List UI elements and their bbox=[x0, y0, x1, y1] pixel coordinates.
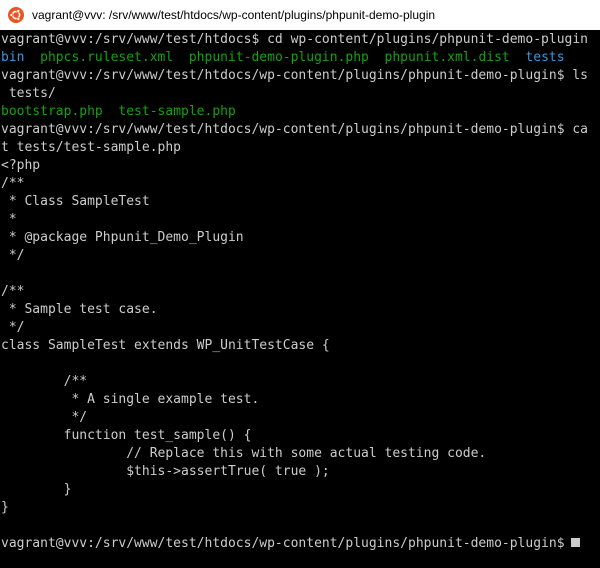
terminal-line: t tests/test-sample.php bbox=[1, 139, 600, 157]
terminal-line: function test_sample() { bbox=[1, 427, 600, 445]
terminal-line: */ bbox=[1, 319, 600, 337]
ls-output-line: bin phpcs.ruleset.xml phpunit-demo-plugi… bbox=[1, 49, 600, 67]
terminal-line-text: * Class SampleTest bbox=[1, 194, 150, 209]
terminal-line: * @package Phpunit_Demo_Plugin bbox=[1, 229, 600, 247]
terminal-line: vagrant@vvv:/srv/www/test/htdocs/wp-cont… bbox=[1, 121, 600, 139]
file-entry: phpcs.ruleset.xml bbox=[40, 50, 174, 65]
terminal-line: */ bbox=[1, 409, 600, 427]
terminal-line-text: function test_sample() { bbox=[1, 428, 252, 443]
text-cursor bbox=[570, 538, 580, 547]
terminal-line-text: */ bbox=[1, 320, 25, 335]
terminal-line: * Class SampleTest bbox=[1, 193, 600, 211]
file-entry: bootstrap.php bbox=[1, 104, 103, 119]
terminal-line: * A single example test. bbox=[1, 391, 600, 409]
file-entry: test-sample.php bbox=[118, 104, 236, 119]
terminal-window: vagrant@vvv: /srv/www/test/htdocs/wp-con… bbox=[0, 0, 600, 568]
dir-entry: tests bbox=[525, 50, 565, 65]
terminal-line-text: /** bbox=[1, 284, 25, 299]
terminal-output[interactable]: vagrant@vvv:/srv/www/test/htdocs$ cd wp-… bbox=[1, 31, 600, 568]
terminal-line: * Sample test case. bbox=[1, 301, 600, 319]
ubuntu-logo-icon bbox=[8, 7, 24, 23]
terminal-line: /** bbox=[1, 175, 600, 193]
terminal-line-text: class SampleTest extends WP_UnitTestCase… bbox=[1, 338, 330, 353]
terminal-line-text: vagrant@vvv:/srv/www/test/htdocs/wp-cont… bbox=[1, 68, 588, 83]
terminal-line-text: <?php bbox=[1, 158, 41, 173]
terminal-line-text: tests/ bbox=[1, 86, 56, 101]
terminal-line-text: vagrant@vvv:/srv/www/test/htdocs/wp-cont… bbox=[1, 122, 588, 137]
terminal-line-text: } bbox=[1, 500, 9, 515]
terminal-line: <?php bbox=[1, 157, 600, 175]
terminal-line-text: } bbox=[1, 482, 72, 497]
terminal-line-text: /** bbox=[1, 374, 88, 389]
terminal-line-text: * bbox=[1, 212, 17, 227]
terminal-line-text: vagrant@vvv:/srv/www/test/htdocs$ cd wp-… bbox=[1, 32, 588, 47]
title-bar[interactable]: vagrant@vvv: /srv/www/test/htdocs/wp-con… bbox=[0, 0, 600, 30]
terminal-line-text: // Replace this with some actual testing… bbox=[1, 446, 487, 461]
terminal-line-text: $this->assertTrue( true ); bbox=[1, 464, 330, 479]
terminal-line: */ bbox=[1, 247, 600, 265]
terminal-line-text: /** bbox=[1, 176, 25, 191]
terminal-line: tests/ bbox=[1, 85, 600, 103]
terminal-line: vagrant@vvv:/srv/www/test/htdocs/wp-cont… bbox=[1, 67, 600, 85]
file-entry: phpunit.xml.dist bbox=[384, 50, 510, 65]
terminal-line: class SampleTest extends WP_UnitTestCase… bbox=[1, 337, 600, 355]
terminal-line: /** bbox=[1, 283, 600, 301]
terminal-line-text: * @package Phpunit_Demo_Plugin bbox=[1, 230, 244, 245]
terminal-line-text: */ bbox=[1, 410, 88, 425]
terminal-line-text: * Sample test case. bbox=[1, 302, 158, 317]
file-entry: phpunit-demo-plugin.php bbox=[188, 50, 369, 65]
terminal-line-text: */ bbox=[1, 248, 25, 263]
terminal-line: } bbox=[1, 499, 600, 517]
terminal-line-text: * A single example test. bbox=[1, 392, 260, 407]
prompt-line[interactable]: vagrant@vvv:/srv/www/test/htdocs/wp-cont… bbox=[1, 535, 600, 553]
terminal-line: } bbox=[1, 481, 600, 499]
shell-prompt: vagrant@vvv:/srv/www/test/htdocs/wp-cont… bbox=[1, 536, 565, 551]
terminal-line: vagrant@vvv:/srv/www/test/htdocs$ cd wp-… bbox=[1, 31, 600, 49]
terminal-line-text: t tests/test-sample.php bbox=[1, 140, 182, 155]
terminal-line: // Replace this with some actual testing… bbox=[1, 445, 600, 463]
terminal-line: * bbox=[1, 211, 600, 229]
ls-output-line: bootstrap.php test-sample.php bbox=[1, 103, 600, 121]
terminal-line: /** bbox=[1, 373, 600, 391]
terminal-line: $this->assertTrue( true ); bbox=[1, 463, 600, 481]
window-title: vagrant@vvv: /srv/www/test/htdocs/wp-con… bbox=[32, 8, 436, 22]
dir-entry: bin bbox=[1, 50, 25, 65]
